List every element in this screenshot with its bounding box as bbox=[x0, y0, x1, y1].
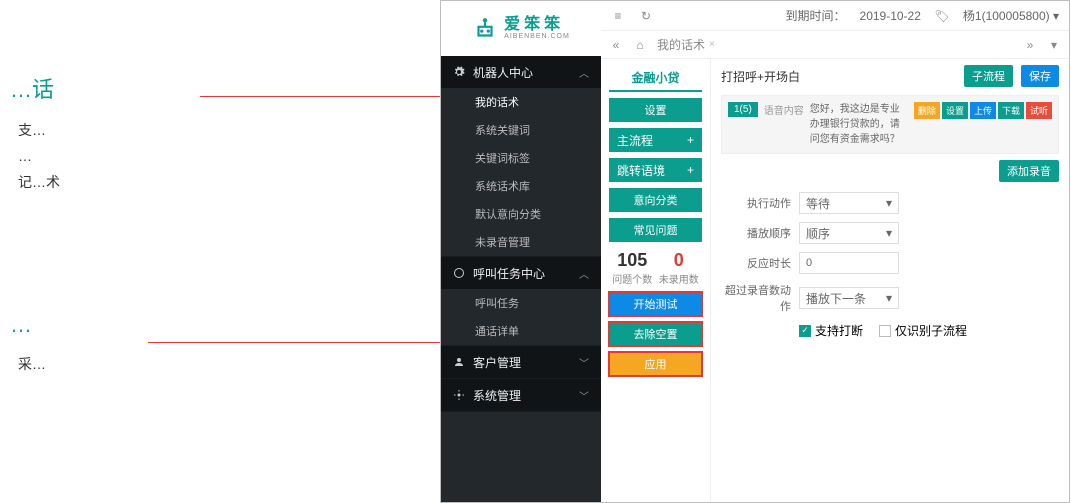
order-select[interactable]: 顺序▾ bbox=[799, 222, 899, 244]
chevron-up-icon: ︿ bbox=[579, 266, 589, 281]
chevron-down-icon: ﹀ bbox=[579, 388, 589, 403]
menu-group-call[interactable]: 呼叫任务中心 ︿ bbox=[441, 257, 601, 289]
annot-title-1: …话 bbox=[10, 72, 440, 104]
add-recording-button[interactable]: 添加录音 bbox=[999, 160, 1059, 182]
gear-icon bbox=[453, 389, 465, 401]
tabs-back-icon[interactable]: « bbox=[609, 38, 623, 52]
mainflow-button[interactable]: 主流程+ bbox=[609, 128, 702, 152]
node-badge: 1(5) bbox=[728, 102, 758, 117]
node-upload-button[interactable]: 上传 bbox=[970, 102, 996, 119]
detail-title: 打招呼+开场白 bbox=[721, 68, 800, 85]
expire-label: 到期时间： bbox=[786, 7, 846, 24]
jump-button[interactable]: 跳转语境+ bbox=[609, 158, 702, 182]
support-break-label: 支持打断 bbox=[815, 322, 863, 339]
tag-icon[interactable]: 🏷 bbox=[935, 9, 949, 23]
chevron-down-icon: ▾ bbox=[886, 226, 892, 240]
save-button[interactable]: 保存 bbox=[1021, 65, 1059, 87]
close-icon[interactable]: × bbox=[709, 39, 715, 50]
chevron-up-icon: ︿ bbox=[579, 65, 589, 80]
sidebar: 爱笨笨 AIBENBEN.COM 机器人中心 ︿ 我的话术 系统关键词 关键词标… bbox=[441, 1, 601, 502]
unused-count: 0 bbox=[659, 250, 699, 271]
exec-select[interactable]: 等待▾ bbox=[799, 192, 899, 214]
subflow-button[interactable]: 子流程 bbox=[964, 65, 1013, 87]
annot-item: 支… bbox=[18, 120, 440, 140]
script-panel: 金融小贷 设置 主流程+ 跳转语境+ 意向分类 常见问题 105问题个数 0未录… bbox=[601, 59, 711, 502]
menu-group-system[interactable]: 系统管理 ﹀ bbox=[441, 379, 601, 411]
intent-button[interactable]: 意向分类 bbox=[609, 188, 702, 212]
node-settings-button[interactable]: 设置 bbox=[942, 102, 968, 119]
faq-button[interactable]: 常见问题 bbox=[609, 218, 702, 242]
annot-title-2: … bbox=[10, 312, 440, 338]
plus-icon: + bbox=[687, 163, 694, 177]
only-subflow-checkbox[interactable] bbox=[879, 325, 891, 337]
over-label: 超过录音数动作 bbox=[721, 282, 791, 314]
sidebar-item-sys-script-lib[interactable]: 系统话术库 bbox=[441, 172, 601, 200]
sidebar-item-unrecorded[interactable]: 未录音管理 bbox=[441, 228, 601, 256]
gear-icon bbox=[453, 267, 465, 279]
gear-icon bbox=[453, 66, 465, 78]
menu-group-label: 呼叫任务中心 bbox=[473, 265, 545, 282]
question-count-label: 问题个数 bbox=[612, 271, 652, 286]
script-title: 金融小贷 bbox=[609, 65, 702, 92]
settings-button[interactable]: 设置 bbox=[609, 98, 702, 122]
user-menu[interactable]: 杨1(10000580­0) ▾ bbox=[963, 7, 1059, 24]
sidebar-item-call-detail[interactable]: 通话详单 bbox=[441, 317, 601, 345]
only-subflow-label: 仅识别子流程 bbox=[895, 322, 967, 339]
sidebar-item-my-script[interactable]: 我的话术 bbox=[441, 88, 601, 116]
tabs-forward-icon[interactable]: » bbox=[1023, 38, 1037, 52]
exec-label: 执行动作 bbox=[721, 195, 791, 211]
sidebar-item-sys-keywords[interactable]: 系统关键词 bbox=[441, 116, 601, 144]
node-text: 您好，我这边是专业办理银行贷款的，请问您有资金需求吗？ bbox=[810, 102, 908, 147]
chevron-down-icon: ▾ bbox=[886, 196, 892, 210]
menu-toggle-icon[interactable]: ≡ bbox=[611, 9, 625, 23]
annot-item: … bbox=[18, 148, 440, 164]
app-window: 爱笨笨 AIBENBEN.COM 机器人中心 ︿ 我的话术 系统关键词 关键词标… bbox=[440, 0, 1070, 503]
apply-button[interactable]: 应用 bbox=[609, 352, 702, 376]
tabbar: « ⌂ 我的话术 × » ▾ bbox=[601, 31, 1069, 59]
node-delete-button[interactable]: 删除 bbox=[914, 102, 940, 119]
menu-group-customer[interactable]: 客户管理 ﹀ bbox=[441, 346, 601, 378]
menu-group-label: 机器人中心 bbox=[473, 64, 533, 81]
tabs-dropdown-icon[interactable]: ▾ bbox=[1047, 38, 1061, 52]
menu-group-robot[interactable]: 机器人中心 ︿ bbox=[441, 56, 601, 88]
node-label: 语音内容 bbox=[764, 102, 804, 117]
plus-icon: + bbox=[687, 133, 694, 147]
menu-group-label: 客户管理 bbox=[473, 354, 521, 371]
logo-text-cn: 爱笨笨 bbox=[504, 17, 570, 33]
unused-count-label: 未录用数 bbox=[659, 271, 699, 286]
menu-group-label: 系统管理 bbox=[473, 387, 521, 404]
detail-panel: 打招呼+开场白 子流程 保存 1(5) 语音内容 您好，我这边是专业办理银行贷款… bbox=[711, 59, 1069, 502]
tab-my-script[interactable]: 我的话术 × bbox=[657, 36, 715, 53]
node-download-button[interactable]: 下载 bbox=[998, 102, 1024, 119]
topbar: ≡ ↻ 到期时间： 2019-10-22 🏷 杨1(10000580­0) ▾ bbox=[601, 1, 1069, 31]
refresh-icon[interactable]: ↻ bbox=[639, 9, 653, 23]
delay-label: 反应时长 bbox=[721, 255, 791, 271]
home-icon[interactable]: ⌂ bbox=[633, 38, 647, 52]
logo: 爱笨笨 AIBENBEN.COM bbox=[441, 1, 601, 56]
robot-icon bbox=[472, 16, 498, 42]
delay-input[interactable] bbox=[799, 252, 899, 274]
annot-item: 记…术 bbox=[18, 172, 440, 192]
node-try-button[interactable]: 试听 bbox=[1026, 102, 1052, 119]
over-select[interactable]: 播放下一条▾ bbox=[799, 287, 899, 309]
question-count: 105 bbox=[612, 250, 652, 271]
chevron-down-icon: ﹀ bbox=[579, 355, 589, 370]
sidebar-item-call-task[interactable]: 呼叫任务 bbox=[441, 289, 601, 317]
order-label: 播放顺序 bbox=[721, 225, 791, 241]
sidebar-item-keyword-tags[interactable]: 关键词标签 bbox=[441, 144, 601, 172]
trim-button[interactable]: 去除空置 bbox=[609, 322, 702, 346]
annot-item: 采… bbox=[18, 354, 440, 374]
start-test-button[interactable]: 开始测试 bbox=[609, 292, 702, 316]
support-break-checkbox[interactable]: ✓ bbox=[799, 325, 811, 337]
sidebar-item-default-intent[interactable]: 默认意向分类 bbox=[441, 200, 601, 228]
logo-text-en: AIBENBEN.COM bbox=[504, 33, 570, 40]
user-icon bbox=[453, 356, 465, 368]
voice-node: 1(5) 语音内容 您好，我这边是专业办理银行贷款的，请问您有资金需求吗？ 删除… bbox=[721, 95, 1059, 154]
expire-date: 2019-10-22 bbox=[860, 9, 921, 23]
chevron-down-icon: ▾ bbox=[886, 291, 892, 305]
